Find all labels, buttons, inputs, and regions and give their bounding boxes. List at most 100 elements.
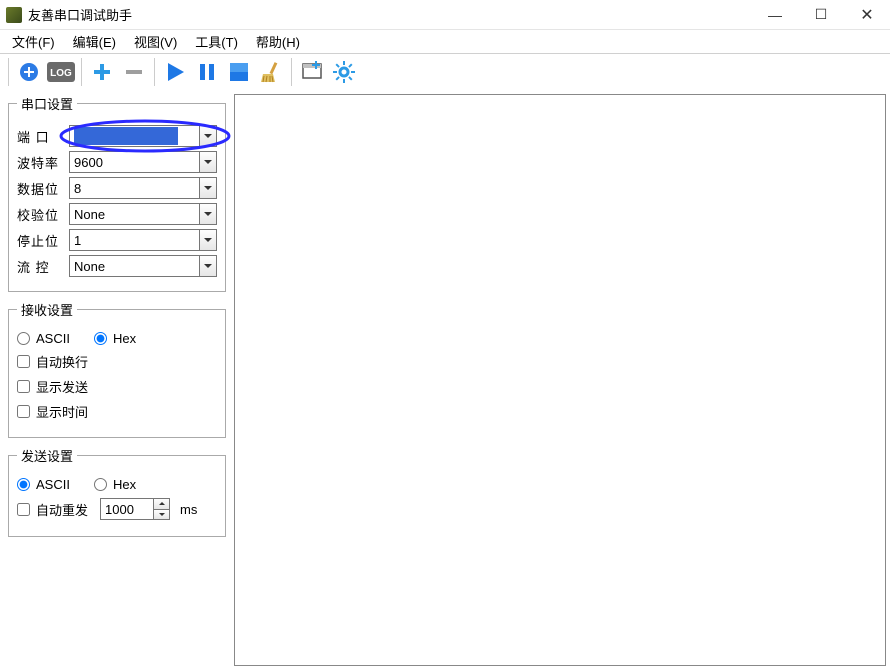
stopbits-combo[interactable]: 1 bbox=[69, 229, 217, 251]
flow-combo[interactable]: None bbox=[69, 255, 217, 277]
showtime-row[interactable]: 显示时间 bbox=[17, 402, 217, 421]
menu-view[interactable]: 视图(V) bbox=[126, 30, 185, 53]
databits-label: 数据位 bbox=[17, 179, 69, 198]
port-row: 端 口 bbox=[17, 125, 217, 147]
maximize-button[interactable]: ☐ bbox=[798, 0, 844, 30]
baud-value: 9600 bbox=[74, 155, 103, 170]
interval-spinner[interactable]: 1000 bbox=[100, 498, 170, 520]
log-icon: LOG bbox=[47, 62, 75, 82]
chevron-down-icon bbox=[199, 178, 216, 198]
window-controls: — ☐ ✕ bbox=[752, 0, 890, 30]
play-icon bbox=[163, 60, 187, 84]
interval-value: 1000 bbox=[105, 502, 134, 517]
pause-icon bbox=[195, 60, 219, 84]
receive-settings-group: 接收设置 ASCII Hex 自动换行 显示发送 bbox=[8, 300, 226, 438]
send-encoding-row: ASCII Hex bbox=[17, 477, 217, 492]
add-port-button[interactable] bbox=[13, 56, 45, 88]
flow-value: None bbox=[74, 259, 105, 274]
baud-label: 波特率 bbox=[17, 153, 69, 172]
toolbar-separator bbox=[291, 58, 292, 86]
parity-combo[interactable]: None bbox=[69, 203, 217, 225]
zoom-in-button[interactable] bbox=[86, 56, 118, 88]
log-button[interactable]: LOG bbox=[45, 56, 77, 88]
parity-row: 校验位 None bbox=[17, 203, 217, 225]
new-window-icon bbox=[300, 60, 324, 84]
svg-text:LOG: LOG bbox=[50, 68, 72, 79]
auto-resend-checkbox[interactable] bbox=[17, 503, 30, 516]
recv-hex-radio[interactable]: Hex bbox=[94, 331, 136, 346]
spin-down-icon[interactable] bbox=[154, 510, 169, 520]
chevron-down-icon bbox=[199, 256, 216, 276]
send-hex-input[interactable] bbox=[94, 478, 107, 491]
showsend-checkbox[interactable] bbox=[17, 380, 30, 393]
content: 串口设置 端 口 波特率 9600 数 bbox=[0, 90, 890, 670]
send-hex-label: Hex bbox=[113, 477, 136, 492]
window-title: 友善串口调试助手 bbox=[28, 5, 752, 24]
output-area[interactable] bbox=[234, 94, 886, 666]
showsend-row[interactable]: 显示发送 bbox=[17, 377, 217, 396]
recv-ascii-input[interactable] bbox=[17, 332, 30, 345]
chevron-down-icon bbox=[199, 204, 216, 224]
settings-button[interactable] bbox=[328, 56, 360, 88]
chevron-down-icon bbox=[199, 126, 216, 146]
stop-icon bbox=[227, 60, 251, 84]
start-button[interactable] bbox=[159, 56, 191, 88]
port-label: 端 口 bbox=[17, 127, 69, 146]
add-circle-icon bbox=[17, 60, 41, 84]
menubar: 文件(F) 编辑(E) 视图(V) 工具(T) 帮助(H) bbox=[0, 30, 890, 54]
zoom-out-button[interactable] bbox=[118, 56, 150, 88]
chevron-down-icon bbox=[199, 230, 216, 250]
recv-ascii-radio[interactable]: ASCII bbox=[17, 331, 70, 346]
send-settings-legend: 发送设置 bbox=[17, 446, 77, 465]
titlebar: 友善串口调试助手 — ☐ ✕ bbox=[0, 0, 890, 30]
port-combo[interactable] bbox=[69, 125, 217, 147]
baud-combo[interactable]: 9600 bbox=[69, 151, 217, 173]
app-icon bbox=[6, 7, 22, 23]
plus-icon bbox=[90, 60, 114, 84]
send-ascii-input[interactable] bbox=[17, 478, 30, 491]
port-value bbox=[74, 127, 178, 145]
send-hex-radio[interactable]: Hex bbox=[94, 477, 136, 492]
send-settings-group: 发送设置 ASCII Hex 自动重发 1000 bbox=[8, 446, 226, 537]
chevron-down-icon bbox=[199, 152, 216, 172]
flow-row: 流 控 None bbox=[17, 255, 217, 277]
left-panel: 串口设置 端 口 波特率 9600 数 bbox=[8, 94, 226, 666]
send-ascii-radio[interactable]: ASCII bbox=[17, 477, 70, 492]
serial-settings-legend: 串口设置 bbox=[17, 94, 77, 113]
pause-button[interactable] bbox=[191, 56, 223, 88]
gear-icon bbox=[332, 60, 356, 84]
clear-button[interactable] bbox=[255, 56, 287, 88]
menu-tools[interactable]: 工具(T) bbox=[187, 30, 246, 53]
toolbar-separator bbox=[154, 58, 155, 86]
close-button[interactable]: ✕ bbox=[844, 0, 890, 30]
menu-help[interactable]: 帮助(H) bbox=[248, 30, 308, 53]
toolbar-separator bbox=[81, 58, 82, 86]
showsend-label: 显示发送 bbox=[36, 377, 88, 396]
auto-resend-row: 自动重发 1000 ms bbox=[17, 498, 217, 520]
baud-row: 波特率 9600 bbox=[17, 151, 217, 173]
stopbits-value: 1 bbox=[74, 233, 81, 248]
recv-hex-input[interactable] bbox=[94, 332, 107, 345]
showtime-label: 显示时间 bbox=[36, 402, 88, 421]
databits-combo[interactable]: 8 bbox=[69, 177, 217, 199]
recv-ascii-label: ASCII bbox=[36, 331, 70, 346]
toolbar-separator bbox=[8, 58, 9, 86]
autowrap-checkbox[interactable] bbox=[17, 355, 30, 368]
stopbits-label: 停止位 bbox=[17, 231, 69, 250]
showtime-checkbox[interactable] bbox=[17, 405, 30, 418]
databits-row: 数据位 8 bbox=[17, 177, 217, 199]
spinner-arrows[interactable] bbox=[153, 499, 169, 519]
parity-value: None bbox=[74, 207, 105, 222]
new-window-button[interactable] bbox=[296, 56, 328, 88]
spin-up-icon[interactable] bbox=[154, 499, 169, 510]
autowrap-label: 自动换行 bbox=[36, 352, 88, 371]
menu-file[interactable]: 文件(F) bbox=[4, 30, 63, 53]
stop-button[interactable] bbox=[223, 56, 255, 88]
broom-icon bbox=[259, 60, 283, 84]
menu-edit[interactable]: 编辑(E) bbox=[65, 30, 124, 53]
recv-encoding-row: ASCII Hex bbox=[17, 331, 217, 346]
minus-icon bbox=[122, 60, 146, 84]
minimize-button[interactable]: — bbox=[752, 0, 798, 30]
recv-hex-label: Hex bbox=[113, 331, 136, 346]
autowrap-row[interactable]: 自动换行 bbox=[17, 352, 217, 371]
